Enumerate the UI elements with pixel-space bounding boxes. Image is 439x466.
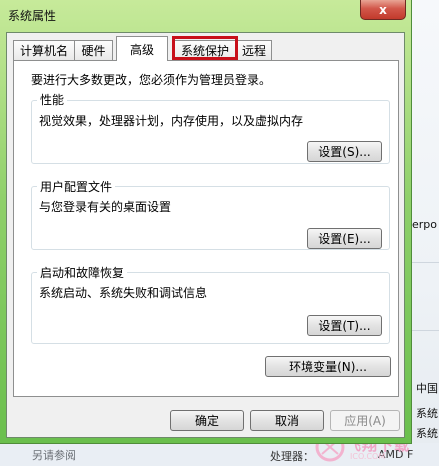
title-bar[interactable]: 系统属性 x — [0, 0, 411, 30]
background-divider — [410, 262, 439, 263]
background-text: erpo — [412, 218, 438, 231]
tab-label: 硬件 — [81, 44, 106, 58]
button-label: 取消 — [274, 414, 299, 428]
environment-variables-button[interactable]: 环境变量(N)... — [265, 356, 391, 377]
startup-recovery-title: 启动和故障恢复 — [37, 264, 128, 281]
tab-advanced[interactable]: 高级 — [116, 36, 168, 61]
system-properties-dialog: 系统属性 x 计算机名 硬件 高级 系统保护 远程 要进行大多数更改，您必须作为… — [0, 0, 412, 444]
dialog-client-area: 计算机名 硬件 高级 系统保护 远程 要进行大多数更改，您必须作为管理员登录。 … — [6, 32, 405, 438]
admin-notice: 要进行大多数更改，您必须作为管理员登录。 — [31, 73, 272, 87]
button-label: 设置(E)... — [318, 232, 371, 246]
startup-recovery-settings-button[interactable]: 设置(T)... — [307, 315, 382, 336]
performance-title: 性能 — [37, 91, 68, 108]
performance-description: 视觉效果，处理器计划，内存使用，以及虚拟内存 — [39, 114, 304, 128]
button-label: 环境变量(N)... — [289, 360, 367, 374]
button-label: 设置(S)... — [318, 145, 371, 159]
close-button[interactable]: x — [360, 0, 406, 20]
tab-hardware[interactable]: 硬件 — [74, 40, 113, 60]
user-profiles-settings-button[interactable]: 设置(E)... — [307, 228, 382, 249]
background-text: 系统 — [416, 407, 438, 420]
tab-label: 计算机名 — [19, 44, 68, 58]
tab-remote[interactable]: 远程 — [236, 40, 272, 60]
background-text: 中国 — [416, 382, 438, 395]
watermark-subtext: ICO.COM — [350, 452, 386, 461]
button-label: 设置(T)... — [318, 319, 371, 333]
tab-computer-name[interactable]: 计算机名 — [13, 40, 75, 60]
cancel-button[interactable]: 取消 — [250, 410, 324, 431]
tab-label: 远程 — [241, 44, 266, 58]
user-profiles-title: 用户配置文件 — [37, 178, 116, 195]
user-profiles-description: 与您登录有关的桌面设置 — [39, 200, 172, 214]
startup-recovery-description: 系统启动、系统失败和调试信息 — [39, 286, 208, 300]
tab-highlight-box — [172, 36, 238, 60]
background-window-strip: erpo 中国 系统 系统 — [410, 0, 439, 466]
close-icon: x — [379, 2, 387, 17]
see-also-link[interactable]: 另请参阅 — [32, 447, 76, 463]
apply-button[interactable]: 应用(A) — [330, 410, 400, 431]
button-label: 确定 — [194, 414, 219, 428]
window-title: 系统属性 — [8, 9, 57, 23]
button-label: 应用(A) — [344, 414, 386, 428]
performance-settings-button[interactable]: 设置(S)... — [307, 141, 382, 162]
tab-label: 高级 — [129, 42, 154, 57]
background-divider — [410, 330, 439, 331]
ok-button[interactable]: 确定 — [170, 410, 244, 431]
